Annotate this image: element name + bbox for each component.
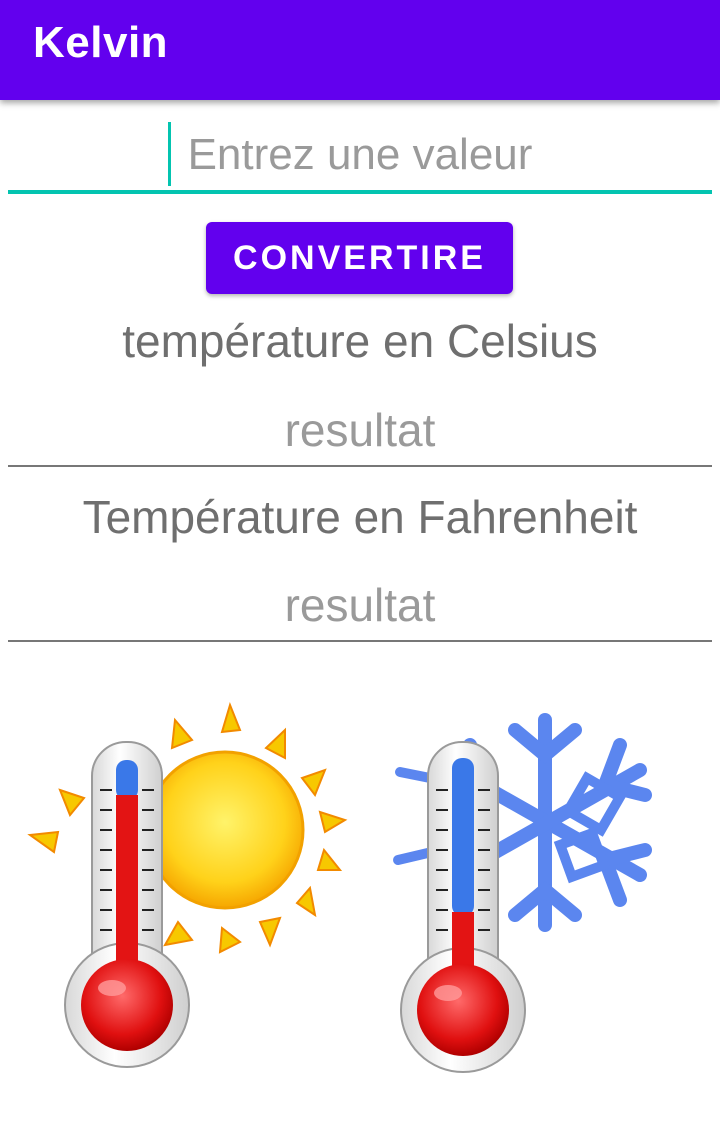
app-title: Kelvin bbox=[33, 18, 169, 67]
value-field[interactable] bbox=[8, 110, 712, 196]
celsius-result-field[interactable]: resultat bbox=[8, 395, 712, 467]
celsius-label: température en Celsius bbox=[122, 315, 598, 367]
fahrenheit-result-field[interactable]: resultat bbox=[8, 570, 712, 642]
app-bar: Kelvin bbox=[0, 0, 720, 100]
value-input[interactable] bbox=[8, 120, 712, 190]
thermometer-illustration bbox=[27, 701, 652, 1073]
input-underline bbox=[8, 190, 712, 194]
sun-icon bbox=[27, 701, 348, 954]
text-cursor bbox=[168, 122, 171, 186]
fahrenheit-label: Température en Fahrenheit bbox=[82, 491, 638, 543]
convert-button[interactable]: CONVERTIRE bbox=[206, 222, 513, 294]
